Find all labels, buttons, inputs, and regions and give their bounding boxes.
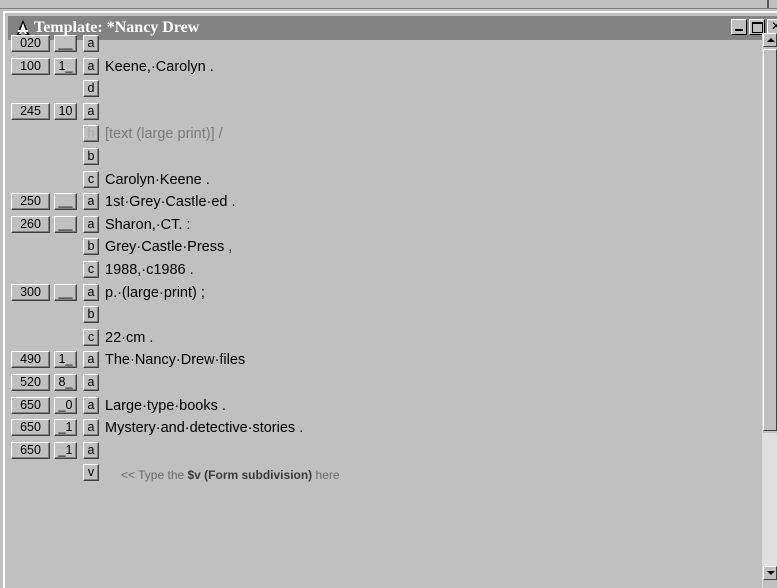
indicator-button[interactable]: __ bbox=[54, 283, 77, 301]
field-row: 520 8_ a bbox=[9, 372, 749, 394]
hint-code: $v (Form subdivision) bbox=[187, 468, 313, 483]
field-row: 250 __ a 1st·Grey·Castle·ed . bbox=[9, 191, 749, 213]
indicator-button[interactable]: __ bbox=[54, 215, 77, 233]
field-row: b Grey·Castle·Press , bbox=[9, 236, 749, 258]
tag-button[interactable]: 520 bbox=[11, 374, 50, 391]
tag-button[interactable]: 490 bbox=[11, 351, 50, 369]
indicator-button[interactable]: 10 bbox=[54, 102, 77, 120]
field-row: b bbox=[9, 304, 749, 326]
subfield-button[interactable]: b bbox=[83, 238, 99, 256]
indicator-button[interactable]: _1 bbox=[54, 419, 77, 437]
field-row: c 1988,·c1986 . bbox=[9, 259, 749, 281]
subfield-value[interactable]: Carolyn·Keene . bbox=[105, 171, 210, 189]
subfield-value[interactable]: [text (large print)] / bbox=[105, 125, 223, 143]
subfield-button[interactable]: a bbox=[83, 215, 99, 233]
tag-button[interactable]: 250 bbox=[11, 193, 50, 211]
hint-prefix: << Type the bbox=[121, 468, 188, 483]
subfield-button[interactable]: b bbox=[83, 148, 99, 165]
subfield-button[interactable]: a bbox=[83, 102, 99, 120]
scroll-down-button[interactable] bbox=[763, 566, 777, 580]
field-row: b bbox=[9, 146, 749, 168]
field-row: d bbox=[9, 78, 749, 100]
indicator-button[interactable]: _0 bbox=[54, 396, 77, 414]
indicator-button[interactable]: _1 bbox=[54, 441, 77, 459]
subfield-button[interactable]: a bbox=[83, 419, 99, 437]
subfield-button[interactable]: a bbox=[83, 57, 99, 75]
subfield-value[interactable]: 22·cm . bbox=[105, 329, 153, 347]
marc-fields-list: 020 __ a 100 1_ a Keene,·Carolyn . d 245 10 a h [tex… bbox=[9, 33, 759, 578]
subfield-button[interactable]: v bbox=[83, 464, 99, 482]
subfield-value[interactable]: 1988,·c1986 . bbox=[105, 261, 194, 279]
field-row: c 22·cm . bbox=[9, 327, 749, 349]
subfield-button[interactable]: a bbox=[83, 374, 99, 391]
field-row: 650 _1 a bbox=[9, 440, 749, 462]
field-row: 100 1_ a Keene,·Carolyn . bbox=[9, 56, 749, 78]
subfield-button[interactable]: a bbox=[83, 35, 99, 52]
field-row: v << Type the $v (Form subdivision) here bbox=[9, 462, 749, 484]
subfield-button[interactable]: a bbox=[83, 193, 99, 211]
subfield-button[interactable]: d bbox=[83, 80, 99, 98]
subfield-value[interactable]: The·Nancy·Drew·files bbox=[105, 351, 245, 369]
subfield-value[interactable]: Large·type·books . bbox=[105, 397, 226, 415]
top-edge bbox=[0, 0, 777, 11]
field-row: h [text (large print)] / bbox=[9, 123, 749, 145]
field-row: 020 __ a bbox=[9, 33, 749, 55]
indicator-button[interactable]: 8_ bbox=[54, 374, 77, 391]
subfield-button[interactable]: a bbox=[83, 396, 99, 414]
subfield-button[interactable]: a bbox=[83, 283, 99, 301]
subfield-value[interactable]: 1st·Grey·Castle·ed . bbox=[105, 193, 236, 211]
subfield-button[interactable]: c bbox=[83, 328, 99, 346]
scroll-up-button[interactable] bbox=[763, 33, 777, 47]
field-row: 490 1_ a The·Nancy·Drew·files bbox=[9, 349, 749, 371]
tag-button[interactable]: 245 bbox=[11, 102, 50, 120]
scroll-track[interactable] bbox=[763, 433, 777, 573]
field-row: 260 __ a Sharon,·CT. : bbox=[9, 214, 749, 236]
field-row: 245 10 a bbox=[9, 101, 749, 123]
hint-suffix: here bbox=[312, 468, 340, 483]
subfield-button[interactable]: h bbox=[83, 125, 99, 143]
subfield-button[interactable]: b bbox=[83, 306, 99, 324]
subfield-button[interactable]: c bbox=[83, 261, 99, 278]
tag-button[interactable]: 100 bbox=[11, 57, 50, 75]
field-row: c Carolyn·Keene . bbox=[9, 169, 749, 191]
indicator-button[interactable]: 1_ bbox=[54, 351, 77, 369]
input-hint: << Type the $v (Form subdivision) here bbox=[121, 466, 340, 484]
field-row: 300 __ a p.·(large·print) ; bbox=[9, 282, 749, 304]
tag-button[interactable]: 300 bbox=[11, 283, 50, 301]
subfield-button[interactable]: c bbox=[83, 170, 99, 188]
indicator-button[interactable]: __ bbox=[54, 35, 77, 52]
subfield-value[interactable]: Sharon,·CT. : bbox=[105, 216, 190, 234]
tag-button[interactable]: 650 bbox=[11, 419, 50, 437]
field-row: 650 _1 a Mystery·and·detective·stories . bbox=[9, 417, 749, 439]
indicator-button[interactable]: 1_ bbox=[54, 57, 77, 75]
subfield-value[interactable]: Mystery·and·detective·stories . bbox=[105, 419, 303, 437]
tag-button[interactable]: 020 bbox=[11, 35, 50, 52]
field-row: 650 _0 a Large·type·books . bbox=[9, 395, 749, 417]
scroll-thumb[interactable] bbox=[763, 49, 777, 431]
subfield-value[interactable]: p.·(large·print) ; bbox=[105, 284, 205, 302]
subfield-value[interactable]: Grey·Castle·Press , bbox=[105, 238, 232, 256]
subfield-button[interactable]: a bbox=[83, 351, 99, 369]
indicator-button[interactable]: __ bbox=[54, 193, 77, 211]
tag-button[interactable]: 260 bbox=[11, 215, 50, 233]
tag-button[interactable]: 650 bbox=[11, 396, 50, 414]
tag-button[interactable]: 650 bbox=[11, 441, 50, 459]
vertical-scrollbar[interactable] bbox=[762, 33, 777, 588]
subfield-button[interactable]: a bbox=[83, 441, 99, 459]
subfield-value[interactable]: Keene,·Carolyn . bbox=[105, 58, 214, 76]
